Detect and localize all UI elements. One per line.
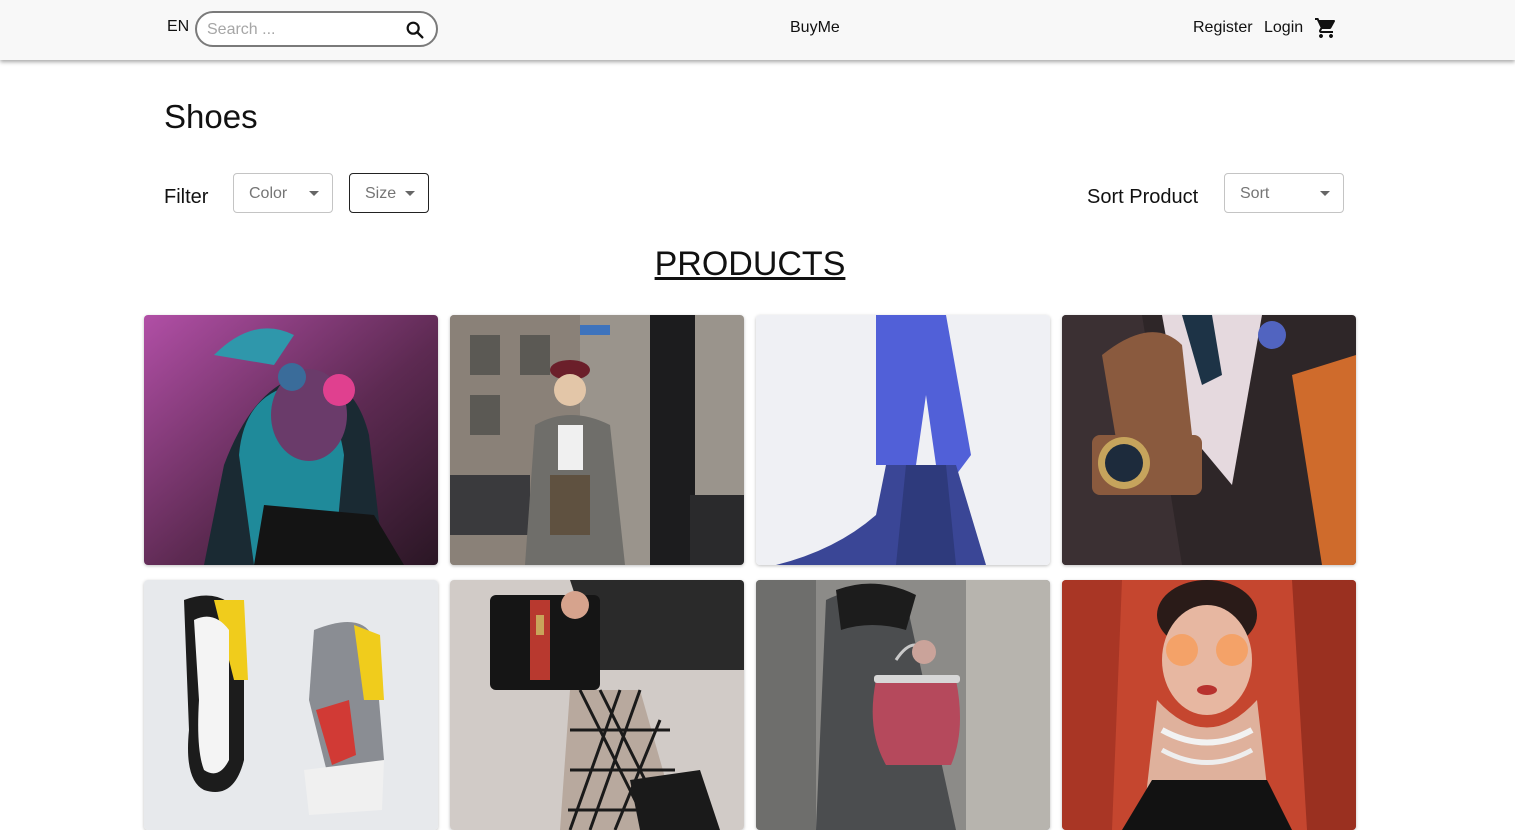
color-filter-select[interactable]: Color <box>233 173 333 213</box>
login-link[interactable]: Login <box>1264 19 1303 37</box>
page-title: Shoes <box>164 98 258 135</box>
sort-select[interactable]: Sort <box>1224 173 1344 213</box>
product-image-black-handbag-fishnet <box>450 580 744 830</box>
shopping-cart-icon[interactable] <box>1314 16 1338 40</box>
product-card[interactable] <box>1062 580 1356 830</box>
product-card[interactable] <box>1062 315 1356 565</box>
product-card[interactable] <box>144 580 438 830</box>
search-box <box>195 11 438 47</box>
search-input[interactable] <box>207 19 397 41</box>
size-filter-select[interactable]: Size <box>349 173 429 213</box>
chevron-down-icon <box>405 191 415 196</box>
product-image-blue-fur-coat <box>756 315 1050 565</box>
size-filter-value: Size <box>365 185 397 202</box>
product-image-woman-neon-sunglasses <box>144 315 438 565</box>
product-card[interactable] <box>756 315 1050 565</box>
brand-logo[interactable]: BuyMe <box>790 19 840 37</box>
sort-label: Sort Product <box>1087 186 1199 208</box>
product-card[interactable] <box>756 580 1050 830</box>
sort-value: Sort <box>1240 185 1270 202</box>
chevron-down-icon <box>1320 191 1330 196</box>
language-selector[interactable]: EN <box>167 18 189 36</box>
product-image-woman-orange-sunglasses <box>1062 580 1356 830</box>
products-heading: PRODUCTS <box>654 245 846 283</box>
product-image-pink-handbag-sweater <box>756 580 1050 830</box>
product-image-man-suit-wristwatch <box>1062 315 1356 565</box>
color-filter-value: Color <box>249 185 288 202</box>
product-image-sneakers <box>144 580 438 830</box>
product-card[interactable] <box>450 315 744 565</box>
search-icon[interactable] <box>404 19 426 41</box>
filter-label: Filter <box>164 186 209 208</box>
product-card[interactable] <box>144 315 438 565</box>
app-bar: EN BuyMe Register Login <box>0 0 1515 60</box>
chevron-down-icon <box>309 191 319 196</box>
product-card[interactable] <box>450 580 744 830</box>
product-image-woman-beret-coat-street <box>450 315 744 565</box>
register-link[interactable]: Register <box>1193 19 1253 37</box>
